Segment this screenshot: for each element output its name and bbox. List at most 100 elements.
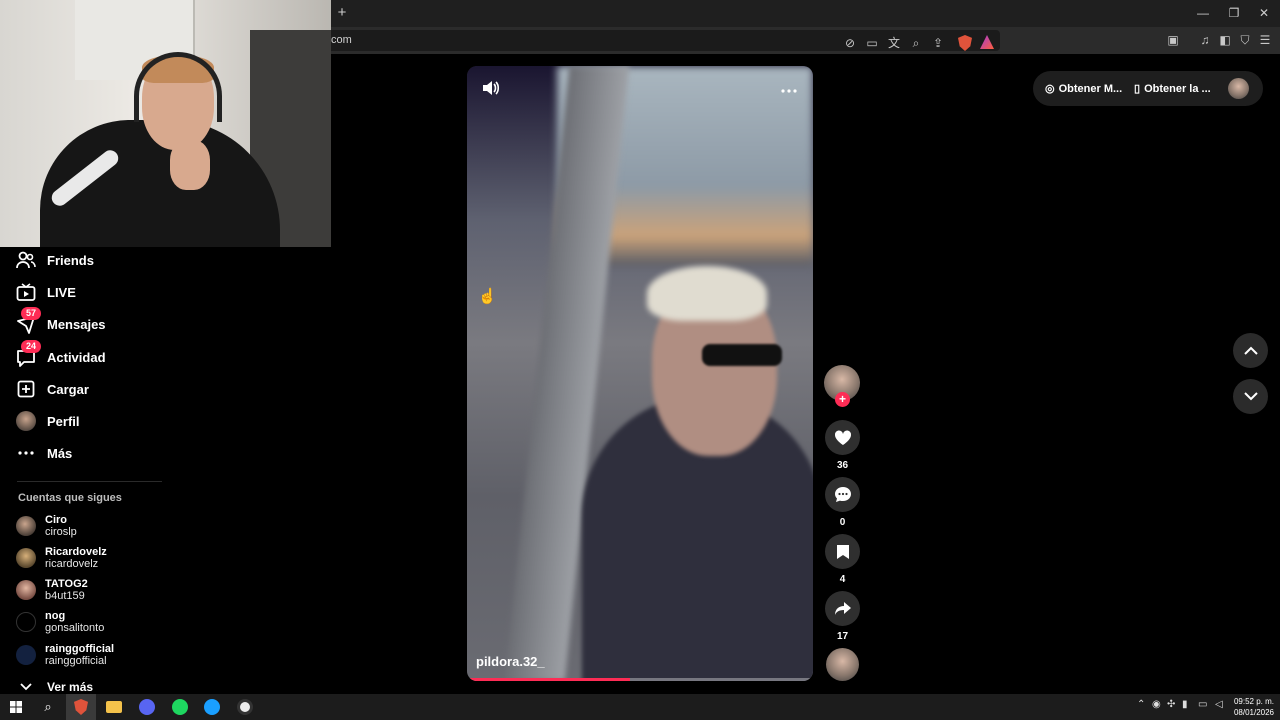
sidebar-item-upload[interactable]: Cargar xyxy=(16,377,89,401)
following-name: Ricardovelz xyxy=(45,546,107,558)
following-username: rainggofficial xyxy=(45,655,107,667)
comment-icon xyxy=(834,487,851,502)
mic-tray-icon[interactable]: ▮ xyxy=(1182,699,1188,710)
share-count: 17 xyxy=(836,631,849,642)
sidebar-item-live[interactable]: LIVE xyxy=(16,280,76,304)
avatar xyxy=(16,516,36,536)
vpn-shield-icon[interactable]: ⛉ xyxy=(1236,30,1254,50)
discord-icon[interactable] xyxy=(137,697,157,717)
comment-button[interactable] xyxy=(825,477,860,512)
following-username: b4ut159 xyxy=(45,590,85,602)
previous-video-button[interactable] xyxy=(1233,333,1268,368)
minimize-button[interactable]: — xyxy=(1190,4,1216,22)
upload-icon xyxy=(16,379,36,399)
following-username: ricardovelz xyxy=(45,558,99,570)
brave-shield-icon[interactable] xyxy=(958,35,972,51)
following-item[interactable]: nog gonsalitonto xyxy=(16,608,104,636)
url-text: com xyxy=(331,34,352,46)
following-name: rainggofficial xyxy=(45,643,115,655)
cast-icon[interactable]: ▭ xyxy=(863,33,881,53)
chevron-up-icon xyxy=(1243,346,1258,355)
sidebar-item-label: Cargar xyxy=(47,381,89,397)
share-icon[interactable]: ⇪ xyxy=(929,33,947,53)
sound-avatar[interactable] xyxy=(826,648,859,681)
menu-icon[interactable]: ☰ xyxy=(1256,30,1274,50)
save-button[interactable] xyxy=(825,534,860,569)
avatar xyxy=(16,411,36,431)
steam-tray-icon[interactable]: ◉ xyxy=(1152,699,1161,710)
heart-icon xyxy=(834,429,851,445)
translate-icon[interactable]: 文 xyxy=(885,33,903,53)
share-arrow-icon xyxy=(834,602,851,615)
sidebar-item-activity[interactable]: 24 Actividad xyxy=(16,340,106,369)
avatar[interactable] xyxy=(1228,78,1249,99)
restore-button[interactable]: ❐ xyxy=(1221,4,1247,22)
side-panel-icon[interactable]: ◧ xyxy=(1216,30,1234,50)
share-button[interactable] xyxy=(825,591,860,626)
sidebar-item-label: Actividad xyxy=(47,349,106,365)
following-item[interactable]: rainggofficial rainggofficial xyxy=(16,641,114,669)
avatar xyxy=(16,612,36,632)
brave-rewards-icon[interactable] xyxy=(980,35,994,49)
comment-count: 0 xyxy=(839,517,846,528)
hand-cursor-icon: ☝ xyxy=(478,288,497,305)
more-options-icon[interactable] xyxy=(781,80,797,98)
follow-plus-icon[interactable]: + xyxy=(835,392,850,407)
tray-overflow-icon[interactable]: ⌃ xyxy=(1137,699,1145,710)
get-coins-button[interactable]: ◎ Obtener M... xyxy=(1045,82,1122,96)
sidebar-item-label: Friends xyxy=(47,252,94,268)
messages-badge: 57 xyxy=(21,307,41,320)
avatar xyxy=(16,548,36,568)
following-item[interactable]: Ciro ciroslp xyxy=(16,512,77,540)
brave-browser-icon[interactable] xyxy=(71,697,91,717)
address-bar[interactable]: com ⊘ ▭ 文 ⌕ ⇪ xyxy=(322,30,1000,51)
bookmark-icon xyxy=(836,544,849,559)
media-icon[interactable]: ♫ xyxy=(1196,30,1214,50)
system-clock[interactable]: 09:52 p. m. 08/01/2026 xyxy=(1232,696,1274,718)
sidebar-item-more[interactable]: Más xyxy=(16,441,72,465)
next-video-button[interactable] xyxy=(1233,379,1268,414)
like-button[interactable] xyxy=(825,420,860,455)
windows-start-icon[interactable] xyxy=(6,697,26,717)
mute-tab-icon[interactable]: ⊘ xyxy=(841,33,859,53)
friends-icon xyxy=(16,250,36,270)
video-player[interactable]: pildora.32_ xyxy=(467,66,813,681)
search-icon[interactable]: ⌕ xyxy=(38,697,58,717)
following-item[interactable]: TATOG2 b4ut159 xyxy=(16,576,88,604)
phone-icon: ▯ xyxy=(1134,83,1141,95)
following-name: Ciro xyxy=(45,514,67,526)
video-progress-fill xyxy=(467,678,630,681)
monitor-tray-icon[interactable]: ▭ xyxy=(1198,699,1207,710)
more-icon xyxy=(16,443,36,463)
steam-icon[interactable] xyxy=(202,697,222,717)
volume-tray-icon[interactable]: ◁ xyxy=(1215,699,1223,710)
video-username[interactable]: pildora.32_ xyxy=(476,654,545,669)
spotify-icon[interactable] xyxy=(170,697,190,717)
following-section-title: Cuentas que sigues xyxy=(18,492,122,504)
webcam-overlay xyxy=(0,0,331,247)
following-username: ciroslp xyxy=(45,526,77,538)
clock-time: 09:52 p. m. xyxy=(1233,697,1274,706)
divider xyxy=(17,481,162,482)
zoom-icon[interactable]: ⌕ xyxy=(907,33,925,53)
see-more-label: Ver más xyxy=(47,680,94,694)
close-window-button[interactable]: ✕ xyxy=(1251,4,1277,22)
sidebar-panel-icon[interactable]: ▣ xyxy=(1164,30,1182,50)
obs-icon[interactable] xyxy=(235,697,255,717)
sidebar-item-profile[interactable]: Perfil xyxy=(16,409,80,433)
get-app-button[interactable]: ▯ Obtener la ... xyxy=(1134,82,1211,96)
network-tray-icon[interactable]: ✣ xyxy=(1167,699,1175,710)
live-icon xyxy=(16,282,36,302)
sidebar-item-label: LIVE xyxy=(47,284,76,300)
sidebar-item-friends[interactable]: Friends xyxy=(16,248,94,272)
following-item[interactable]: Ricardovelz ricardovelz xyxy=(16,544,107,572)
video-progress-bar[interactable] xyxy=(467,678,813,681)
volume-icon[interactable] xyxy=(482,80,500,101)
sidebar-item-messages[interactable]: 57 Mensajes xyxy=(16,307,106,336)
new-tab-button[interactable]: + xyxy=(334,4,350,22)
following-name: nog xyxy=(45,610,66,622)
sidebar-item-label: Mensajes xyxy=(47,316,106,332)
coin-icon: ◎ xyxy=(1045,83,1055,95)
file-explorer-icon[interactable] xyxy=(104,697,124,717)
activity-badge: 24 xyxy=(21,340,41,353)
